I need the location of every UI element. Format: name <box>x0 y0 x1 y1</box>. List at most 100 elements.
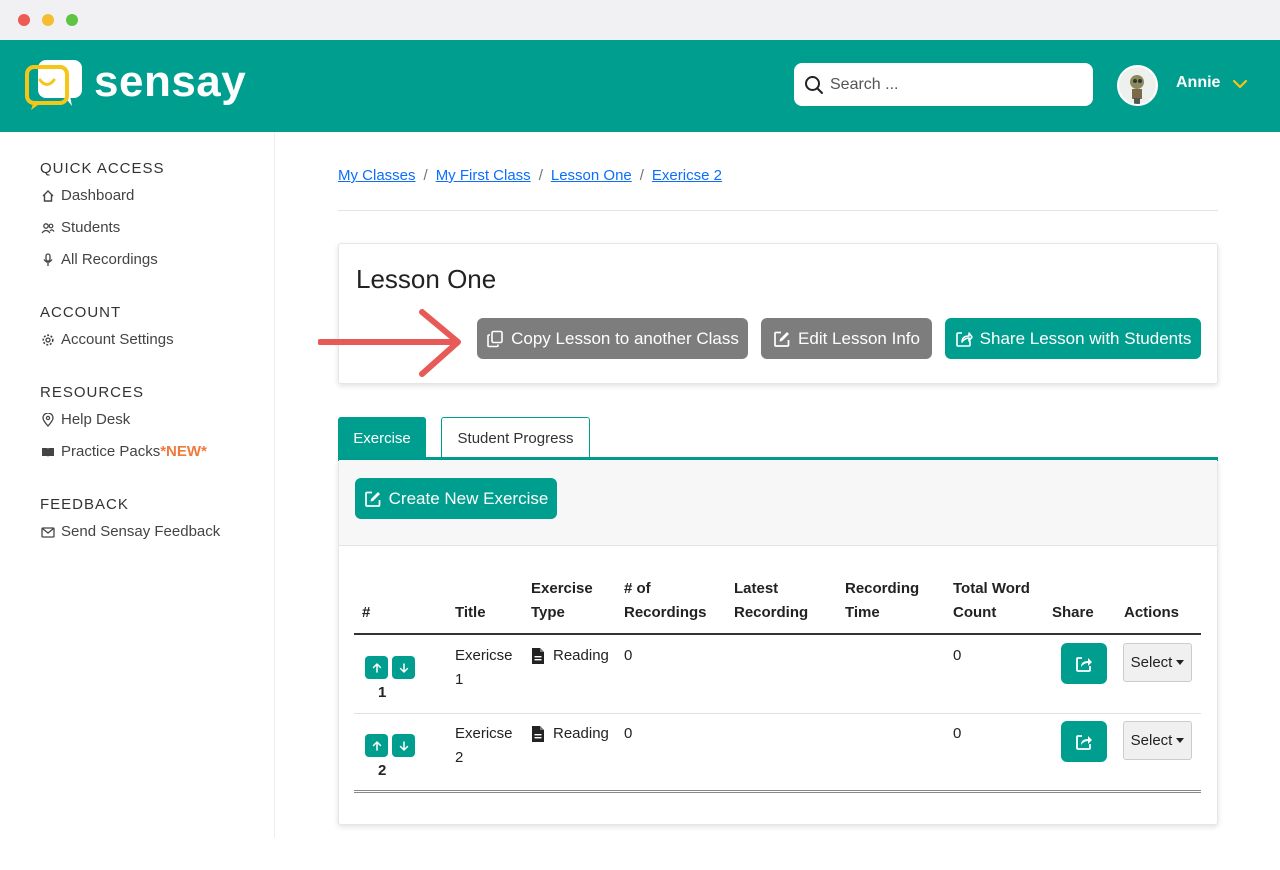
minimize-window-button[interactable] <box>42 14 54 26</box>
arrow-up-icon <box>372 662 381 673</box>
copy-icon <box>487 330 503 347</box>
sidebar-item-account-settings[interactable]: Account Settings <box>41 331 174 348</box>
new-badge: *NEW* <box>160 443 207 460</box>
breadcrumb-separator: / <box>423 167 428 184</box>
lesson-title: Lesson One <box>356 264 497 294</box>
exercise-title-line-1[interactable]: Exericse <box>455 722 513 746</box>
sidebar-item-label: All Recordings <box>61 251 158 268</box>
move-down-button[interactable] <box>392 656 415 679</box>
home-icon <box>42 189 54 202</box>
brand-logo[interactable]: sensay <box>24 58 246 112</box>
sidebar-item-label: Students <box>61 219 121 236</box>
actions-select-dropdown[interactable]: Select <box>1123 721 1192 760</box>
share-lesson-label: Share Lesson with Students <box>979 328 1192 348</box>
document-icon <box>532 726 544 742</box>
share-exercise-button[interactable] <box>1061 643 1107 684</box>
column-header-total-word-count: Total Word Count <box>953 580 1030 621</box>
column-header-number: # <box>362 604 371 621</box>
tab-student-progress[interactable]: Student Progress <box>441 417 590 459</box>
breadcrumb-divider <box>338 210 1218 211</box>
sidebar-item-students[interactable]: Students <box>41 219 120 236</box>
arrow-down-icon <box>399 662 408 673</box>
row-number: 1 <box>378 684 387 701</box>
sidebar-item-label: Send Sensay Feedback <box>61 523 221 540</box>
sidebar-section-resources: RESOURCES <box>40 384 145 401</box>
column-header-recording-time: Recording Time <box>845 580 920 621</box>
breadcrumb-exercise-2[interactable]: Exericse 2 <box>652 167 722 184</box>
table-bottom-border <box>354 790 1201 793</box>
recordings-count: 0 <box>624 647 633 664</box>
microphone-icon <box>43 252 53 266</box>
sidebar-section-account: ACCOUNT <box>40 304 122 321</box>
breadcrumb-my-classes[interactable]: My Classes <box>338 167 416 184</box>
tab-exercise[interactable]: Exercise <box>338 417 426 459</box>
move-up-button[interactable] <box>365 734 388 757</box>
breadcrumb-separator: / <box>538 167 543 184</box>
arrow-down-icon <box>399 740 408 751</box>
share-icon <box>955 331 973 347</box>
actions-select-dropdown[interactable]: Select <box>1123 643 1192 682</box>
move-down-button[interactable] <box>392 734 415 757</box>
lesson-card: Lesson One Copy Lesson to another Class … <box>338 243 1218 384</box>
edit-lesson-label: Edit Lesson Info <box>798 328 920 348</box>
share-icon <box>1076 734 1092 750</box>
breadcrumb-separator: / <box>639 167 644 184</box>
exercise-type-label: Reading <box>553 647 609 664</box>
recordings-count: 0 <box>624 725 633 742</box>
close-window-button[interactable] <box>18 14 30 26</box>
exercise-type: Reading <box>531 722 609 746</box>
sidebar-item-label: Account Settings <box>61 331 174 348</box>
breadcrumb-lesson-one[interactable]: Lesson One <box>551 167 632 184</box>
total-word-count: 0 <box>953 647 962 664</box>
exercise-type: Reading <box>531 644 609 668</box>
search-box[interactable] <box>794 63 1093 106</box>
exercise-title-line-1[interactable]: Exericse <box>455 644 513 668</box>
copy-lesson-button[interactable]: Copy Lesson to another Class <box>477 318 748 359</box>
maximize-window-button[interactable] <box>66 14 78 26</box>
actions-select-label: Select <box>1130 732 1173 749</box>
brand-name: sensay <box>94 57 247 106</box>
sidebar-item-dashboard[interactable]: Dashboard <box>41 187 134 204</box>
row-divider <box>354 713 1201 714</box>
username-label[interactable]: Annie <box>1176 74 1220 92</box>
sidebar-section-quick-access: QUICK ACCESS <box>40 160 165 177</box>
sidebar-item-label: Help Desk <box>61 411 131 428</box>
annotation-arrow-icon <box>318 309 461 377</box>
create-exercise-button[interactable]: Create New Exercise <box>355 478 557 519</box>
sidebar-item-practice-packs[interactable]: Practice Packs *NEW* <box>41 443 207 460</box>
speech-bubble-logo-icon <box>24 58 84 112</box>
avatar[interactable] <box>1117 65 1158 106</box>
users-icon <box>41 222 55 233</box>
move-up-button[interactable] <box>365 656 388 679</box>
caret-down-icon <box>1176 738 1185 743</box>
sidebar-item-all-recordings[interactable]: All Recordings <box>41 251 158 268</box>
column-header-recordings: # of Recordings <box>624 580 707 621</box>
sidebar: QUICK ACCESS Dashboard Students All Reco… <box>0 132 275 838</box>
table-header-divider <box>354 633 1201 635</box>
sidebar-item-label: Dashboard <box>61 187 135 204</box>
gear-icon <box>42 333 54 346</box>
sidebar-item-help-desk[interactable]: Help Desk <box>41 411 130 428</box>
column-header-actions: Actions <box>1124 604 1180 621</box>
row-number: 2 <box>378 762 387 779</box>
actions-select-label: Select <box>1130 654 1173 671</box>
book-icon <box>42 447 54 457</box>
caret-down-icon <box>1176 660 1185 665</box>
breadcrumb: My Classes / My First Class / Lesson One… <box>338 167 722 184</box>
chevron-down-icon[interactable] <box>1230 74 1250 94</box>
column-header-latest-recording: Latest Recording <box>734 580 809 621</box>
edit-lesson-button[interactable]: Edit Lesson Info <box>761 318 932 359</box>
share-lesson-button[interactable]: Share Lesson with Students <box>945 318 1201 359</box>
location-pin-icon <box>42 412 54 427</box>
copy-lesson-label: Copy Lesson to another Class <box>511 328 739 348</box>
breadcrumb-my-first-class[interactable]: My First Class <box>436 167 531 184</box>
edit-icon <box>364 491 381 507</box>
edit-icon <box>774 331 790 347</box>
column-header-share: Share <box>1052 604 1094 621</box>
sidebar-item-send-feedback[interactable]: Send Sensay Feedback <box>41 523 220 540</box>
exercise-title-line-2[interactable]: 1 <box>455 668 463 692</box>
search-input[interactable] <box>830 75 1070 94</box>
arrow-up-icon <box>372 740 381 751</box>
share-exercise-button[interactable] <box>1061 721 1107 762</box>
exercise-title-line-2[interactable]: 2 <box>455 746 463 770</box>
